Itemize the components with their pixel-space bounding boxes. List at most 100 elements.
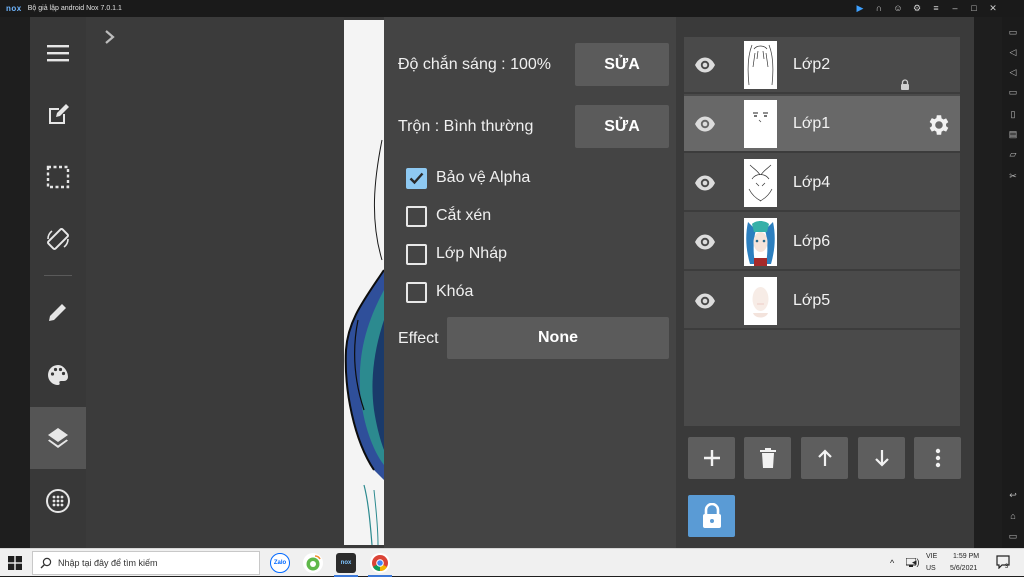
headset-icon[interactable]: ∩ xyxy=(874,4,884,14)
emulator-title-bar: nox Bộ giả lập android Nox 7.0.1.1 ▶ ∩ ☺… xyxy=(0,0,1024,17)
eye-icon[interactable] xyxy=(694,291,716,311)
clock-date[interactable]: 5/6/2021 xyxy=(950,565,977,572)
opacity-label: Độ chắn sáng : 100% xyxy=(398,56,551,73)
lock-layer-button[interactable] xyxy=(688,495,735,537)
rotate-button[interactable] xyxy=(30,208,86,270)
multi-instance-icon[interactable]: ▤ xyxy=(1006,127,1020,141)
chrome-app-icon[interactable] xyxy=(370,553,390,573)
menu-icon[interactable]: ≡ xyxy=(931,4,941,14)
effect-select-button[interactable]: None xyxy=(447,317,669,359)
nox-app-icon[interactable]: nox xyxy=(336,553,356,573)
maximize-icon[interactable]: □ xyxy=(969,4,979,14)
more-tools-button[interactable] xyxy=(30,470,86,532)
menu-button[interactable] xyxy=(30,22,86,84)
drawing-canvas[interactable] xyxy=(344,20,384,545)
arrow-up-icon xyxy=(817,449,832,466)
minimize-icon[interactable]: – xyxy=(950,4,960,14)
eye-icon[interactable] xyxy=(694,55,716,75)
layer-name: Lớp1 xyxy=(793,115,831,132)
effect-label: Effect xyxy=(398,330,439,347)
layer-more-button[interactable] xyxy=(914,437,961,479)
checkbox-box[interactable] xyxy=(406,281,427,303)
layer-name: Lớp4 xyxy=(793,174,831,191)
clipping-checkbox[interactable]: Cắt xén xyxy=(406,204,491,228)
browser-app-icon[interactable] xyxy=(303,553,323,573)
alpha-lock-checkbox[interactable]: Bảo vệ Alpha xyxy=(406,166,530,190)
gear-icon[interactable] xyxy=(925,112,951,138)
blend-edit-button[interactable]: SỬA xyxy=(575,105,669,148)
lock-icon xyxy=(901,79,909,90)
layer-row-lop2[interactable]: Lớp2 xyxy=(684,37,960,94)
close-icon[interactable]: ✕ xyxy=(988,4,998,14)
tool-sidebar xyxy=(30,17,86,548)
screenshot-icon[interactable]: ▱ xyxy=(1006,147,1020,161)
zalo-app-icon[interactable]: Zalo xyxy=(270,553,290,573)
eye-icon[interactable] xyxy=(694,173,716,193)
layer-name: Lớp5 xyxy=(793,292,831,309)
checkbox-box[interactable] xyxy=(406,167,427,189)
hamburger-icon xyxy=(47,45,69,62)
eye-icon[interactable] xyxy=(694,232,716,252)
layer-row-lop5[interactable]: Lớp5 xyxy=(684,273,960,330)
chevron-right-icon[interactable] xyxy=(104,29,116,45)
delete-layer-button[interactable] xyxy=(744,437,791,479)
layer-row-lop4[interactable]: Lớp4 xyxy=(684,155,960,212)
chevron-up-icon[interactable]: ^ xyxy=(890,558,894,568)
coc-coc-icon xyxy=(306,555,321,571)
alpha-lock-label: Bảo vệ Alpha xyxy=(436,169,531,186)
taskbar-search-box[interactable]: Nhập tại đây để tìm kiếm xyxy=(32,551,260,575)
layer-row-lop1[interactable]: Lớp1 xyxy=(684,96,960,153)
grid-dots-icon xyxy=(46,489,70,513)
play-icon[interactable]: ▶ xyxy=(855,4,865,14)
plus-icon xyxy=(703,450,720,466)
layers-button[interactable] xyxy=(30,407,86,469)
selection-button[interactable] xyxy=(30,146,86,208)
windows-taskbar: Nhập tại đây để tìm kiếm Zalo nox ^ ◂) V… xyxy=(0,548,1024,577)
volume-down-icon[interactable]: ◁ xyxy=(1006,65,1020,79)
language-indicator[interactable]: VIE xyxy=(926,553,937,560)
checkmark-icon xyxy=(409,172,424,184)
file-icon[interactable]: ▯ xyxy=(1006,107,1020,121)
scissors-icon[interactable]: ✂ xyxy=(1006,169,1020,183)
add-layer-button[interactable] xyxy=(688,437,735,479)
recents-icon[interactable]: ▭ xyxy=(1006,529,1020,543)
layer-thumbnail xyxy=(744,277,777,325)
volume-up-icon[interactable]: ◁ xyxy=(1006,45,1020,59)
blend-mode-label: Trộn : Bình thường xyxy=(398,118,534,135)
windows-start-icon[interactable] xyxy=(8,556,22,570)
trash-icon xyxy=(759,448,776,468)
pen-tool-button[interactable] xyxy=(30,281,86,343)
settings-icon[interactable]: ⚙ xyxy=(912,4,922,14)
lock-layer-label: Khóa xyxy=(436,283,474,300)
keyboard-icon[interactable]: ▭ xyxy=(1006,25,1020,39)
layer-thumbnail xyxy=(744,159,777,207)
volume-icon[interactable]: ◂) xyxy=(912,557,920,568)
edit-canvas-button[interactable] xyxy=(30,84,86,146)
checkbox-box[interactable] xyxy=(406,205,427,227)
toolbar-divider xyxy=(44,275,72,276)
checkbox-box[interactable] xyxy=(406,243,427,265)
move-layer-up-button[interactable] xyxy=(801,437,848,479)
move-layer-down-button[interactable] xyxy=(858,437,905,479)
home-icon[interactable]: ⌂ xyxy=(1006,509,1020,523)
pencil-icon xyxy=(49,304,66,321)
back-icon[interactable]: ↩ xyxy=(1006,488,1020,502)
window-title: Bộ giả lập android Nox 7.0.1.1 xyxy=(27,5,122,12)
nox-label: nox xyxy=(340,560,352,566)
opacity-edit-button[interactable]: SỬA xyxy=(575,43,669,86)
user-icon[interactable]: ☺ xyxy=(893,4,903,14)
canvas-area[interactable] xyxy=(86,17,344,548)
lock-layer-checkbox[interactable]: Khóa xyxy=(406,280,473,304)
clock-time[interactable]: 1:59 PM xyxy=(953,553,979,560)
rotate-screen-icon xyxy=(47,228,69,250)
eye-icon[interactable] xyxy=(694,114,716,134)
layer-row-lop6[interactable]: Lớp6 xyxy=(684,214,960,271)
layer-properties-panel: Độ chắn sáng : 100% SỬA Trộn : Bình thườ… xyxy=(384,17,676,548)
search-placeholder: Nhập tại đây để tìm kiếm xyxy=(58,558,158,568)
screen-icon[interactable]: ▭ xyxy=(1006,85,1020,99)
color-button[interactable] xyxy=(30,344,86,406)
layer-name: Lớp2 xyxy=(793,56,831,73)
keyboard-layout[interactable]: US xyxy=(926,565,936,572)
notification-count: 3 xyxy=(1005,564,1009,570)
draft-layer-checkbox[interactable]: Lớp Nháp xyxy=(406,242,507,266)
